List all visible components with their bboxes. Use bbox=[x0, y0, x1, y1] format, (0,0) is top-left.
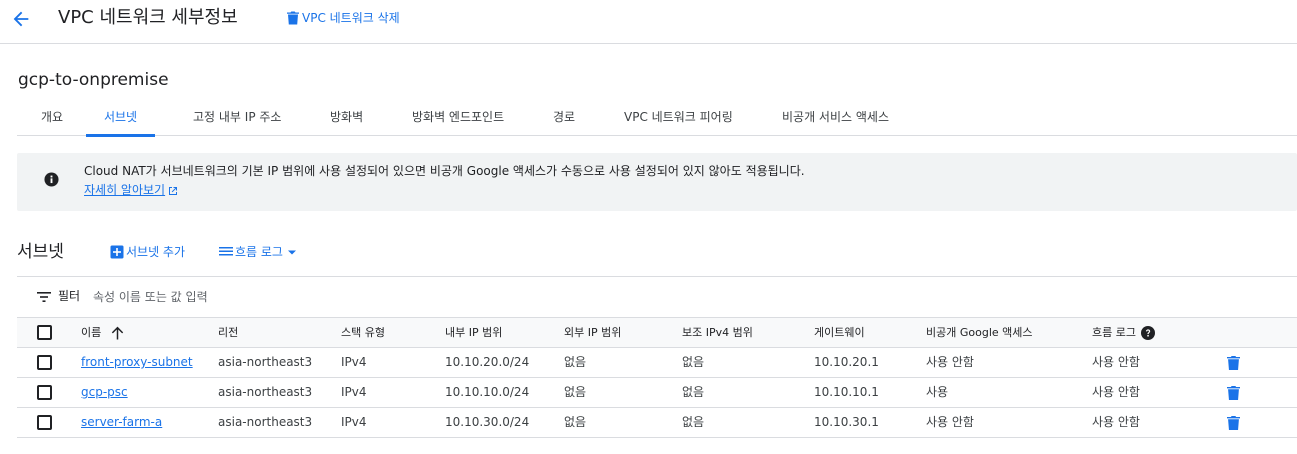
tab-firewall[interactable]: 방화벽 bbox=[330, 98, 363, 136]
arrow-left-icon[interactable] bbox=[10, 8, 32, 30]
delete-vpc-label: VPC 네트워크 삭제 bbox=[302, 11, 400, 25]
add-subnet-button[interactable]: 서브넷 추가 bbox=[110, 242, 185, 262]
tab-static-internal-ip[interactable]: 고정 내부 IP 주소 bbox=[193, 98, 281, 136]
row-checkbox[interactable] bbox=[37, 415, 52, 430]
trash-icon bbox=[287, 11, 299, 25]
trash-icon[interactable] bbox=[1227, 385, 1240, 401]
table-row: front-proxy-subnet asia-northeast3 IPv4 … bbox=[17, 348, 1297, 378]
subnets-section-title: 서브넷 bbox=[17, 242, 64, 262]
row-checkbox[interactable] bbox=[37, 355, 52, 370]
gateway-cell: 10.10.30.1 bbox=[814, 415, 879, 429]
flow-logs-cell: 사용 안함 bbox=[1092, 415, 1140, 429]
external-ip-range-cell: 없음 bbox=[564, 415, 587, 429]
info-text: Cloud NAT가 서브네트워크의 기본 IP 범위에 사용 설정되어 있으면… bbox=[84, 164, 805, 178]
tab-vpc-peering[interactable]: VPC 네트워크 피어링 bbox=[624, 98, 733, 136]
filter-input[interactable] bbox=[93, 285, 593, 308]
tab-firewall-endpoints[interactable]: 방화벽 엔드포인트 bbox=[412, 98, 504, 136]
select-all-checkbox[interactable] bbox=[37, 325, 52, 340]
tab-overview[interactable]: 개요 bbox=[41, 98, 63, 136]
page-title: VPC 네트워크 세부정보 bbox=[58, 7, 238, 28]
list-icon bbox=[219, 247, 233, 256]
stack-type-cell: IPv4 bbox=[341, 415, 367, 429]
subnet-name-link[interactable]: gcp-psc bbox=[81, 378, 128, 407]
learn-more-label: 자세히 알아보기 bbox=[84, 183, 166, 197]
info-icon bbox=[44, 172, 59, 187]
column-header-region: 리전 bbox=[218, 326, 239, 339]
secondary-ipv4-range-cell: 없음 bbox=[682, 415, 705, 429]
column-header-external-ip-range: 외부 IP 범위 bbox=[564, 326, 622, 339]
gateway-cell: 10.10.10.1 bbox=[814, 385, 879, 399]
subnet-name-link[interactable]: server-farm-a bbox=[81, 408, 162, 437]
network-name: gcp-to-onpremise bbox=[18, 70, 169, 90]
column-header-flow-logs: 흐름 로그 bbox=[1092, 326, 1136, 339]
column-header-private-google-access: 비공개 Google 액세스 bbox=[926, 326, 1033, 339]
secondary-ipv4-range-cell: 없음 bbox=[682, 385, 705, 399]
external-ip-range-cell: 없음 bbox=[564, 385, 587, 399]
table-header: 이름 리전 스택 유형 내부 IP 범위 외부 IP 범위 보조 IPv4 범위… bbox=[17, 318, 1297, 348]
column-header-name[interactable]: 이름 bbox=[81, 318, 101, 347]
internal-ip-range-cell: 10.10.30.0/24 bbox=[445, 415, 530, 429]
caret-down-icon bbox=[287, 250, 296, 255]
secondary-ipv4-range-cell: 없음 bbox=[682, 355, 705, 369]
tab-bar: 개요 서브넷 고정 내부 IP 주소 방화벽 방화벽 엔드포인트 경로 VPC … bbox=[17, 98, 1297, 137]
table-row: server-farm-a asia-northeast3 IPv4 10.10… bbox=[17, 408, 1297, 438]
trash-icon[interactable] bbox=[1227, 355, 1240, 371]
info-banner: Cloud NAT가 서브네트워크의 기본 IP 범위에 사용 설정되어 있으면… bbox=[17, 153, 1297, 211]
flow-logs-cell: 사용 안함 bbox=[1092, 355, 1140, 369]
subnet-name-link[interactable]: front-proxy-subnet bbox=[81, 348, 193, 377]
table-row: gcp-psc asia-northeast3 IPv4 10.10.10.0/… bbox=[17, 378, 1297, 408]
private-google-access-cell: 사용 안함 bbox=[926, 355, 974, 369]
learn-more-link[interactable]: 자세히 알아보기 bbox=[84, 182, 178, 199]
external-ip-range-cell: 없음 bbox=[564, 355, 587, 369]
filter-label: 필터 bbox=[58, 289, 81, 303]
trash-icon[interactable] bbox=[1227, 415, 1240, 431]
flow-logs-label: 흐름 로그 bbox=[235, 245, 283, 259]
flow-logs-dropdown[interactable]: 흐름 로그 bbox=[219, 242, 300, 262]
internal-ip-range-cell: 10.10.10.0/24 bbox=[445, 385, 530, 399]
tab-routes[interactable]: 경로 bbox=[553, 98, 575, 136]
tab-private-service-access[interactable]: 비공개 서비스 액세스 bbox=[782, 98, 889, 136]
stack-type-cell: IPv4 bbox=[341, 385, 367, 399]
help-icon[interactable] bbox=[1141, 326, 1155, 340]
subnets-table: 이름 리전 스택 유형 내부 IP 범위 외부 IP 범위 보조 IPv4 범위… bbox=[17, 317, 1297, 438]
internal-ip-range-cell: 10.10.20.0/24 bbox=[445, 355, 530, 369]
column-header-secondary-ipv4-range: 보조 IPv4 범위 bbox=[682, 326, 753, 339]
row-checkbox[interactable] bbox=[37, 385, 52, 400]
filter-bar: 필터 bbox=[17, 276, 1297, 317]
private-google-access-cell: 사용 안함 bbox=[926, 415, 974, 429]
external-link-icon bbox=[169, 186, 178, 195]
region-cell: asia-northeast3 bbox=[218, 415, 313, 429]
add-box-icon bbox=[110, 245, 124, 259]
region-cell: asia-northeast3 bbox=[218, 355, 313, 369]
add-subnet-label: 서브넷 추가 bbox=[126, 245, 186, 259]
column-header-gateway: 게이트웨이 bbox=[814, 326, 865, 339]
filter-icon[interactable] bbox=[37, 291, 51, 303]
column-header-internal-ip-range: 내부 IP 범위 bbox=[445, 326, 503, 339]
arrow-up-icon[interactable] bbox=[111, 326, 124, 340]
delete-vpc-button[interactable]: VPC 네트워크 삭제 bbox=[287, 8, 400, 28]
column-header-stack-type: 스택 유형 bbox=[341, 326, 385, 339]
private-google-access-cell: 사용 bbox=[926, 385, 949, 399]
gateway-cell: 10.10.20.1 bbox=[814, 355, 879, 369]
flow-logs-cell: 사용 안함 bbox=[1092, 385, 1140, 399]
top-bar: VPC 네트워크 세부정보 VPC 네트워크 삭제 bbox=[0, 0, 1297, 44]
tab-subnets[interactable]: 서브넷 bbox=[86, 98, 155, 137]
stack-type-cell: IPv4 bbox=[341, 355, 367, 369]
region-cell: asia-northeast3 bbox=[218, 385, 313, 399]
